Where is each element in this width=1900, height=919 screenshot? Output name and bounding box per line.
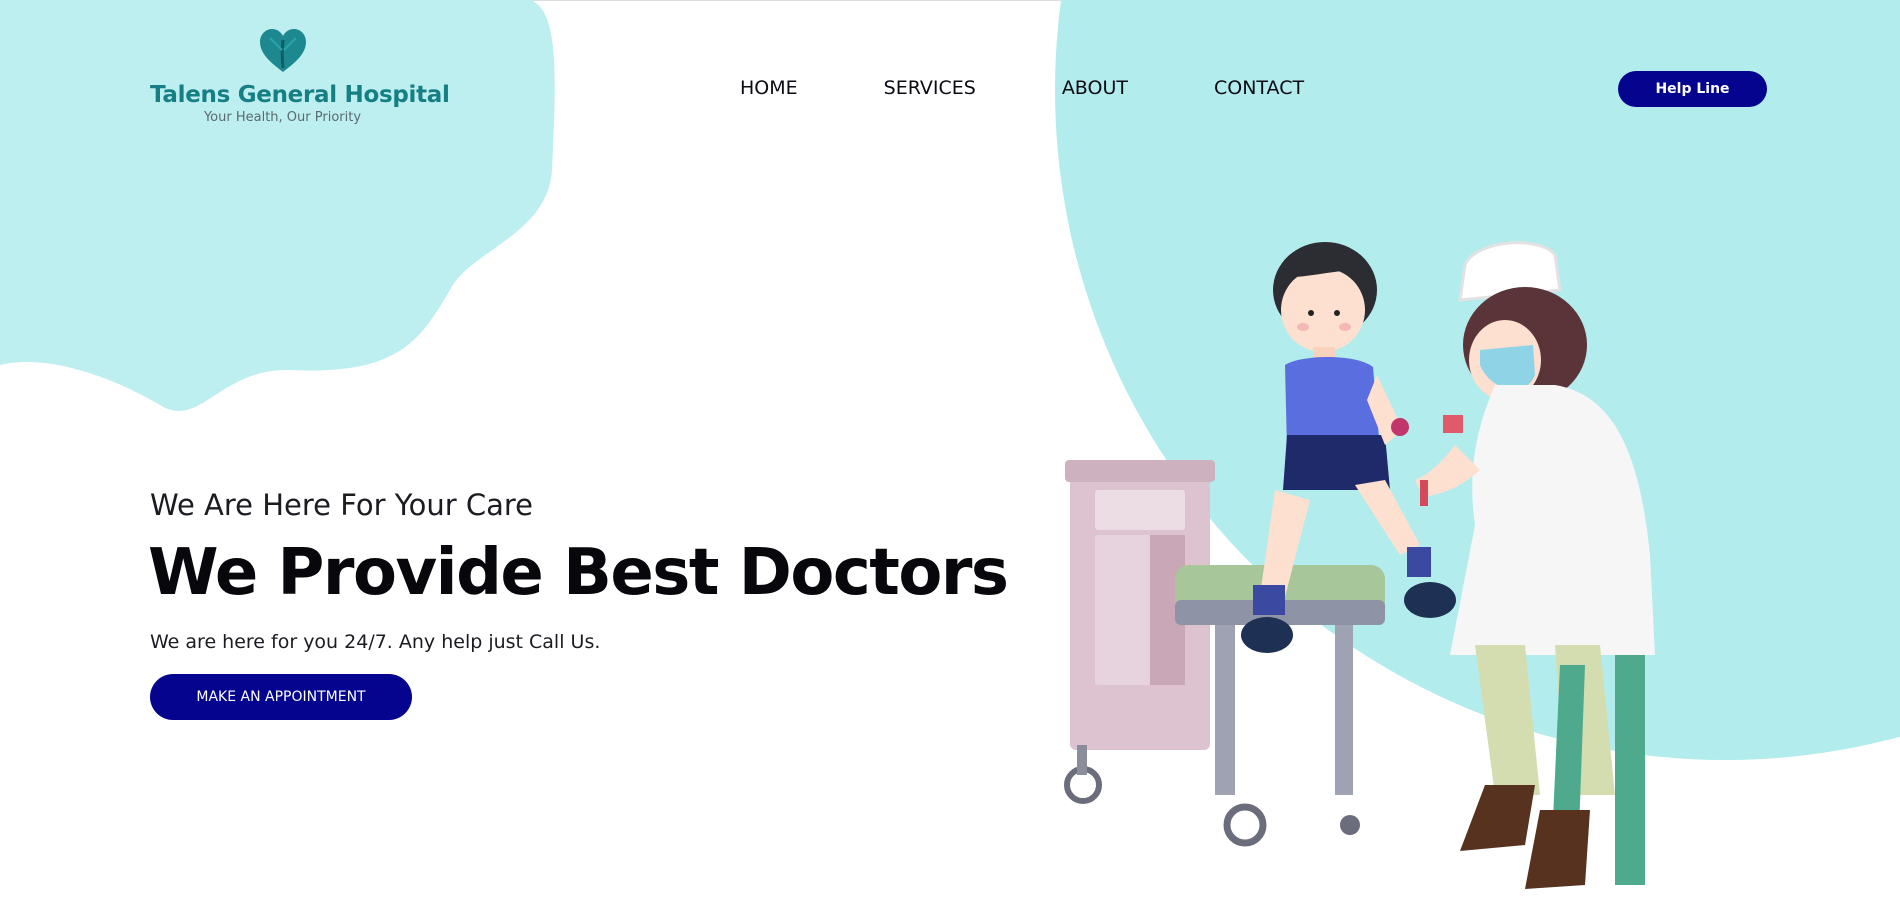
hero-title: We Provide Best Doctors <box>148 536 1009 610</box>
help-line-button[interactable]: Help Line <box>1618 71 1767 107</box>
nav-home[interactable]: HOME <box>740 77 798 99</box>
make-appointment-button[interactable]: MAKE AN APPOINTMENT <box>150 674 412 720</box>
main-nav: HOME SERVICES ABOUT CONTACT <box>740 77 1304 99</box>
nav-about[interactable]: ABOUT <box>1062 77 1128 99</box>
nav-contact[interactable]: CONTACT <box>1214 77 1304 99</box>
hospital-name: Talens General Hospital <box>150 82 450 108</box>
doctor-illustration <box>1415 241 1655 889</box>
hero-subtitle: We Are Here For Your Care <box>150 488 534 522</box>
doctor-child-illustration <box>1064 241 1655 889</box>
hero-description: We are here for you 24/7. Any help just … <box>150 631 601 653</box>
landing-page: Talens General Hospital Your Health, Our… <box>0 0 1900 919</box>
nav-services[interactable]: SERVICES <box>884 77 976 99</box>
logo[interactable]: Talens General Hospital Your Health, Our… <box>150 28 450 125</box>
heart-icon <box>259 29 306 72</box>
medical-cabinet-illustration <box>1064 460 1215 804</box>
hospital-tagline: Your Health, Our Priority <box>203 110 362 125</box>
